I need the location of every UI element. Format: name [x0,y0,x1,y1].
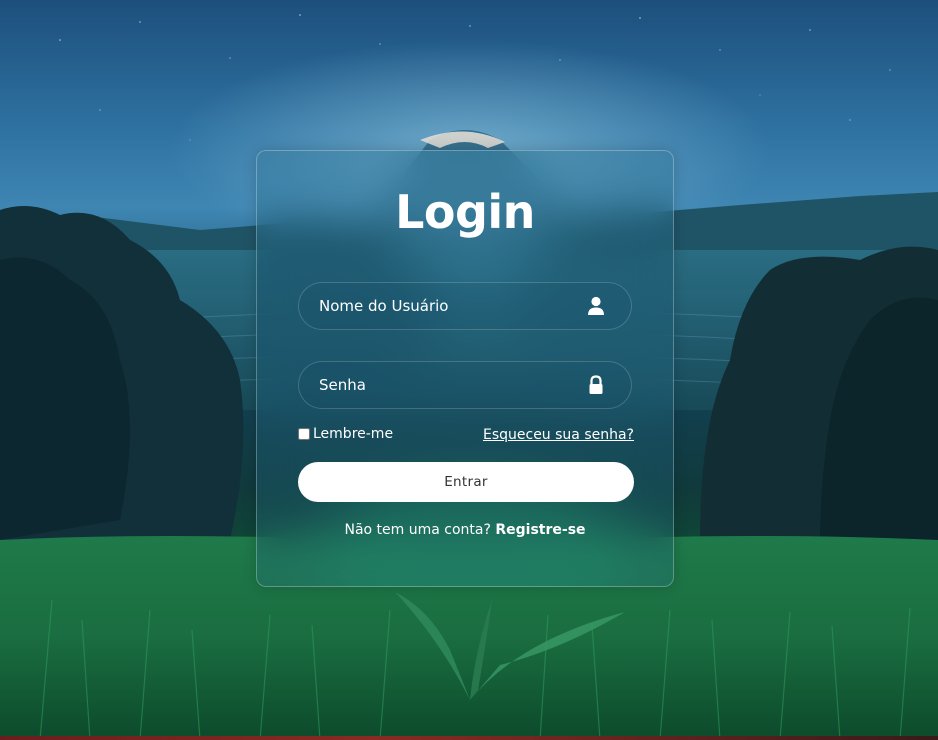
lock-icon [589,375,603,394]
password-input[interactable] [299,362,631,408]
remember-label: Lembre-me [313,426,394,442]
username-field[interactable] [298,282,632,330]
login-button[interactable]: Entrar [298,462,634,502]
user-icon [588,296,604,315]
remember-checkbox[interactable] [298,428,310,440]
options-row: Lembre-me Esqueceu sua senha? [298,426,634,446]
username-input[interactable] [299,283,631,329]
remember-me[interactable]: Lembre-me [298,426,393,442]
login-card: Login Lembre-me Esqueceu sua senha? Entr… [256,150,674,587]
register-text: Não tem uma conta? [344,522,491,538]
forgot-password-link[interactable]: Esqueceu sua senha? [483,427,634,443]
register-link[interactable]: Registre-se [495,522,585,538]
register-prompt: Não tem uma conta? Registre-se [257,522,673,538]
password-field[interactable] [298,361,632,409]
login-title: Login [395,185,535,239]
bottom-edge-strip [0,736,938,740]
